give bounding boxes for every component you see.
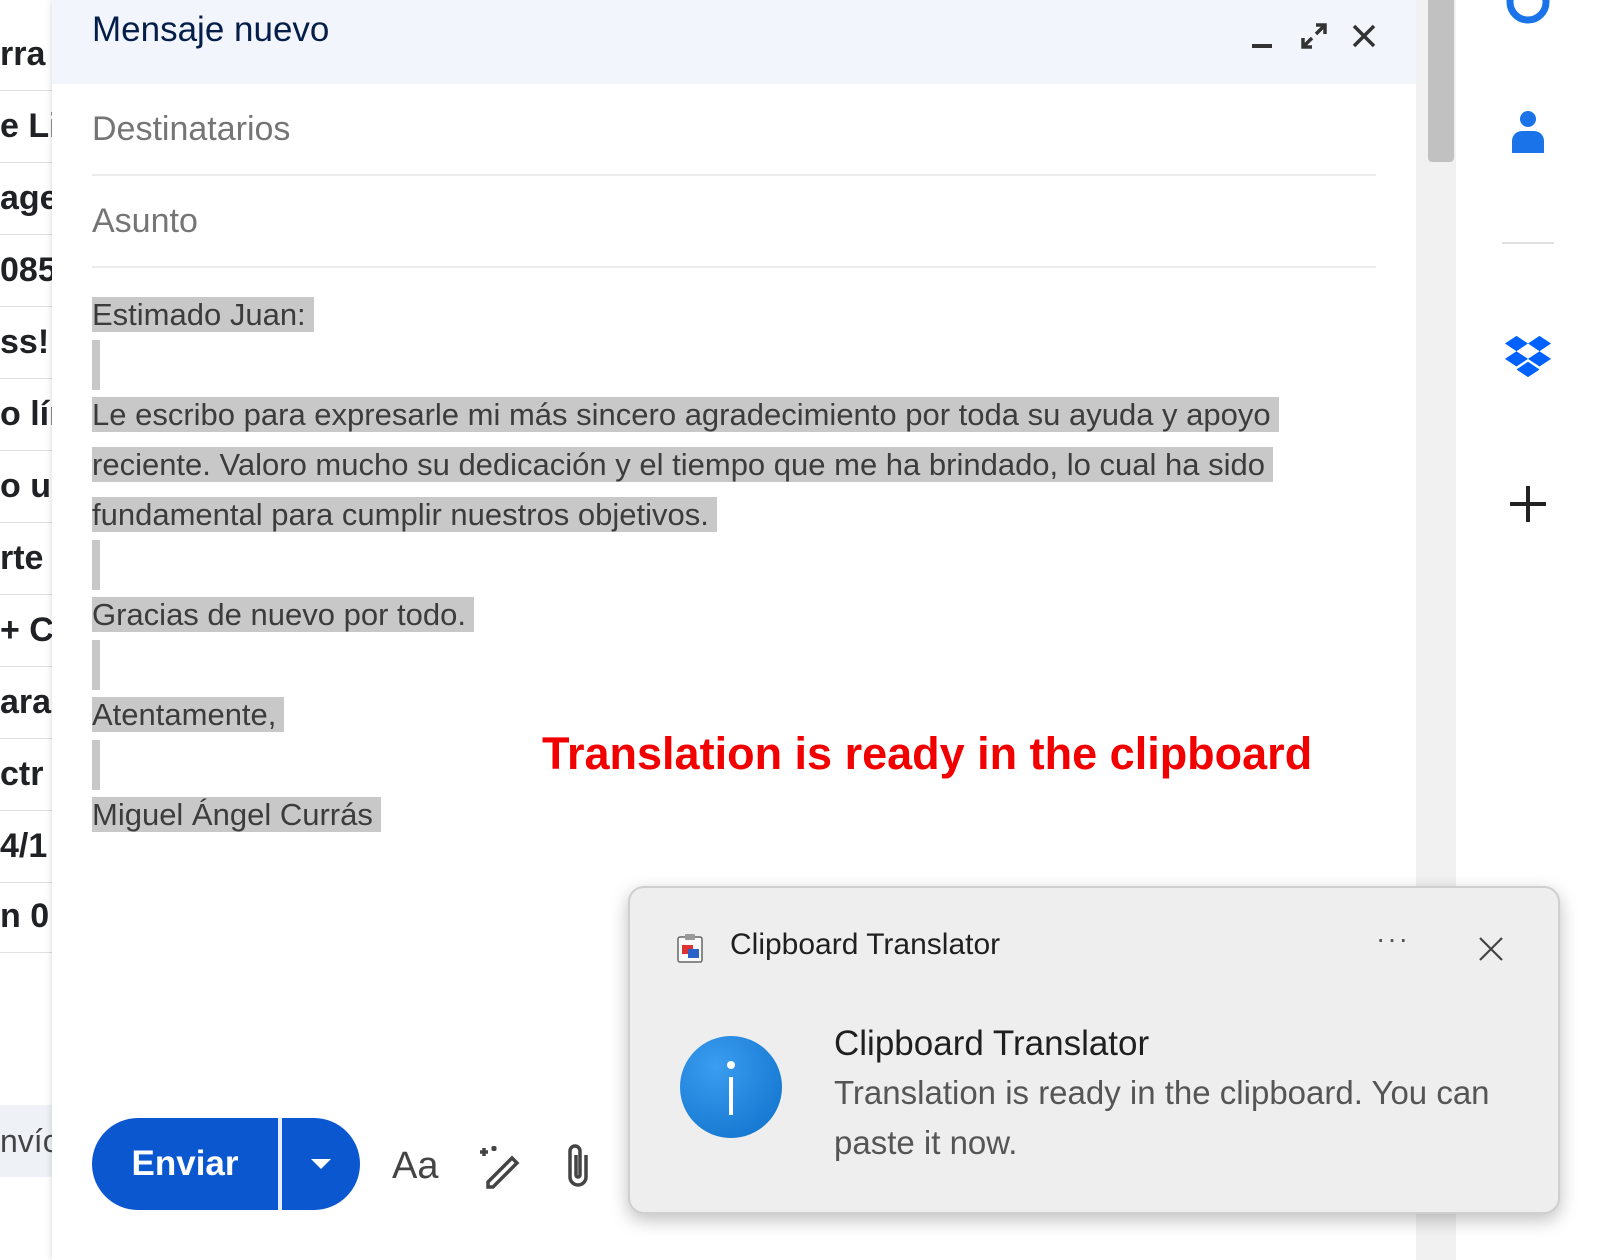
inbox-row[interactable]: ss! - (0, 306, 52, 379)
body-line: reciente. Valoro mucho su dedicación y e… (92, 440, 1382, 490)
inbox-row[interactable]: rra d (0, 18, 52, 91)
minimize-icon (1252, 44, 1272, 48)
minimize-button[interactable] (1240, 14, 1284, 58)
send-options-button[interactable] (282, 1118, 360, 1210)
inbox-row[interactable]: ctr (0, 738, 52, 811)
dropbox-icon[interactable] (1504, 332, 1552, 380)
fullscreen-button[interactable] (1292, 14, 1336, 58)
body-line: Estimado Juan: (92, 290, 1382, 340)
contacts-icon[interactable] (1504, 108, 1552, 156)
toast-app-name: Clipboard Translator (730, 928, 1001, 961)
toast-close-button[interactable] (1468, 926, 1514, 972)
close-icon (1352, 24, 1376, 48)
close-icon (1479, 937, 1503, 961)
inbox-row[interactable]: n 0 (0, 880, 52, 953)
send-button-group: Enviar (92, 1118, 360, 1210)
add-addon-icon[interactable] (1504, 480, 1552, 528)
toast-notification[interactable]: Clipboard Translator ··· Clipboard Trans… (628, 886, 1560, 1214)
inbox-row[interactable]: age (0, 162, 52, 235)
magic-pen-icon (480, 1146, 520, 1189)
inbox-list-background: rra d e Lin age 085 ss! - o lín o un rte… (0, 0, 52, 1260)
compose-title: Mensaje nuevo (92, 10, 330, 49)
toast-message: Translation is ready in the clipboard. Y… (834, 1074, 1490, 1161)
compose-header: Mensaje nuevo (52, 0, 1416, 84)
subject-input[interactable] (92, 176, 1376, 266)
formatting-button[interactable]: Aa (392, 1138, 438, 1194)
inbox-row[interactable]: 085 (0, 234, 52, 307)
attach-button[interactable] (558, 1138, 598, 1194)
inbox-row[interactable]: rte (0, 522, 52, 595)
inbox-row[interactable]: o lín (0, 378, 52, 451)
expand-icon (1301, 23, 1327, 49)
toast-title: Clipboard Translator (834, 1024, 1150, 1063)
caret-down-icon (311, 1159, 331, 1169)
recipients-field (92, 84, 1376, 176)
recipients-input[interactable] (92, 84, 1376, 174)
info-icon (680, 1036, 782, 1138)
inbox-row[interactable]: 4/1 (0, 810, 52, 883)
translation-ready-overlay: Translation is ready in the clipboard (542, 728, 1313, 779)
body-line: fundamental para cumplir nuestros objeti… (92, 490, 1382, 540)
scrollbar-thumb[interactable] (1428, 0, 1454, 162)
subject-field (92, 176, 1376, 268)
paperclip-icon (568, 1144, 588, 1187)
inbox-row[interactable]: o un (0, 450, 52, 523)
inbox-row[interactable]: ara (0, 666, 52, 739)
send-button[interactable]: Enviar (92, 1118, 278, 1210)
inbox-bottom-bar: nvío (0, 1105, 52, 1177)
toast-more-button[interactable]: ··· (1370, 924, 1416, 964)
body-line: Le escribo para expresarle mi más sincer… (92, 390, 1382, 440)
body-line (92, 540, 1382, 590)
body-line: Miguel Ángel Currás (92, 790, 1382, 840)
clipboard-translator-app-icon (677, 934, 703, 963)
side-panel-divider (1502, 242, 1554, 244)
body-line (92, 640, 1382, 690)
tasks-icon[interactable] (1504, 0, 1552, 26)
body-line (92, 340, 1382, 390)
close-compose-button[interactable] (1342, 14, 1386, 58)
inbox-row[interactable]: e Lin (0, 90, 52, 163)
inbox-row[interactable]: + C (0, 594, 52, 667)
body-line: Gracias de nuevo por todo. (92, 590, 1382, 640)
ai-writing-button[interactable] (476, 1138, 524, 1194)
